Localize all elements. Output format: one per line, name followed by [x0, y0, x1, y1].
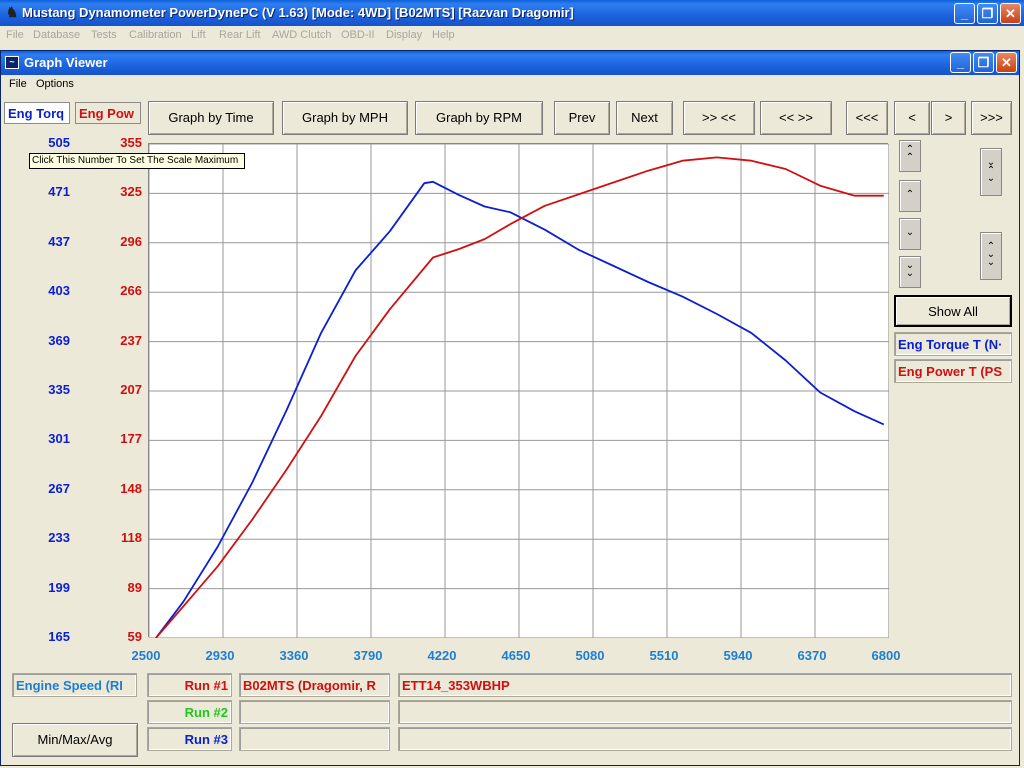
x-tick-label[interactable]: 5080: [565, 648, 615, 663]
app-logo-icon: ♞: [5, 4, 19, 20]
y-left-tick-label[interactable]: 369: [26, 333, 70, 348]
power-series-line: [155, 156, 884, 639]
graph-viewer-title-bar[interactable]: ~ Graph Viewer _ ❐ ✕: [1, 51, 1019, 75]
graph-by-mph-button[interactable]: Graph by MPH: [282, 101, 408, 135]
scale-expand-top-button[interactable]: ⌄ ⌃ ⌄: [980, 148, 1002, 196]
menu-graph-options[interactable]: Options: [36, 78, 74, 90]
x-tick-label[interactable]: 2500: [121, 648, 171, 663]
y-right-tick-label[interactable]: 355: [98, 135, 142, 150]
min-max-avg-button[interactable]: Min/Max/Avg: [12, 723, 138, 757]
y-left-tick-label[interactable]: 335: [26, 382, 70, 397]
x-tick-label[interactable]: 2930: [195, 648, 245, 663]
y-left-tick-label[interactable]: 301: [26, 431, 70, 446]
legend-eng-power[interactable]: Eng Power T (PS: [894, 359, 1012, 383]
y-left-tick-label[interactable]: 403: [26, 283, 70, 298]
x-tick-label[interactable]: 6370: [787, 648, 837, 663]
menu-graph-file[interactable]: File: [9, 78, 27, 90]
run-3-name[interactable]: [239, 727, 390, 751]
y-left-tick-label[interactable]: 437: [26, 234, 70, 249]
y-right-tick-label[interactable]: 118: [98, 530, 142, 545]
y-left-tick-label[interactable]: 233: [26, 530, 70, 545]
x-tick-label[interactable]: 5510: [639, 648, 689, 663]
child-maximize-button[interactable]: ❐: [973, 52, 994, 73]
scroll-page-up-button[interactable]: ⌃ ⌃: [899, 140, 921, 172]
x-tick-label[interactable]: 5940: [713, 648, 763, 663]
menu-rear-lift[interactable]: Rear Lift: [219, 29, 261, 41]
graph-viewer-menu: File Options: [1, 75, 1019, 95]
torque-series-line: [155, 180, 885, 639]
minimize-button[interactable]: _: [954, 3, 975, 24]
prev-button[interactable]: Prev: [554, 101, 610, 135]
scroll-left-button[interactable]: <: [894, 101, 930, 135]
menu-database[interactable]: Database: [33, 29, 80, 41]
y-right-tick-label[interactable]: 177: [98, 431, 142, 446]
x-tick-label[interactable]: 4220: [417, 648, 467, 663]
main-menu-bar: File Database Tests Calibration Lift Rea…: [0, 26, 1024, 46]
x-tick-label[interactable]: 3360: [269, 648, 319, 663]
scroll-right-button[interactable]: >: [931, 101, 966, 135]
zoom-out-button[interactable]: << >>: [760, 101, 832, 135]
menu-awd-clutch[interactable]: AWD Clutch: [272, 29, 332, 41]
run-1-description[interactable]: ETT14_353WBHP: [398, 673, 1012, 697]
y-left-tick-label[interactable]: 199: [26, 580, 70, 595]
x-tick-label[interactable]: 6800: [861, 648, 911, 663]
scroll-far-left-button[interactable]: <<<: [846, 101, 888, 135]
next-button[interactable]: Next: [616, 101, 673, 135]
y-right-tick-label[interactable]: 148: [98, 481, 142, 496]
y-right-tick-label[interactable]: 59: [98, 629, 142, 644]
menu-help[interactable]: Help: [432, 29, 455, 41]
y-right-tick-label[interactable]: 325: [98, 184, 142, 199]
run-1-label: Run #1: [147, 673, 232, 697]
y-left-tick-label[interactable]: 165: [26, 629, 70, 644]
tab-eng-torque[interactable]: Eng Torq: [4, 102, 70, 124]
tab-eng-power[interactable]: Eng Pow: [75, 102, 141, 124]
run-3-description[interactable]: [398, 727, 1012, 751]
child-minimize-button[interactable]: _: [950, 52, 971, 73]
scale-tooltip: Click This Number To Set The Scale Maxim…: [29, 153, 245, 169]
y-left-tick-label[interactable]: 267: [26, 481, 70, 496]
child-close-button[interactable]: ✕: [996, 52, 1017, 73]
y-right-tick-label[interactable]: 296: [98, 234, 142, 249]
run-3-label: Run #3: [147, 727, 232, 751]
y-right-tick-label[interactable]: 266: [98, 283, 142, 298]
run-2-label: Run #2: [147, 700, 232, 724]
menu-lift[interactable]: Lift: [191, 29, 206, 41]
y-left-tick-label[interactable]: 471: [26, 184, 70, 199]
x-tick-label[interactable]: 3790: [343, 648, 393, 663]
menu-tests[interactable]: Tests: [91, 29, 117, 41]
menu-file[interactable]: File: [6, 29, 24, 41]
x-tick-label[interactable]: 4650: [491, 648, 541, 663]
y-right-tick-label[interactable]: 237: [98, 333, 142, 348]
graph-window-icon: ~: [5, 56, 19, 69]
show-all-button[interactable]: Show All: [894, 295, 1012, 327]
app-title-bar[interactable]: ♞ Mustang Dynamometer PowerDynePC (V 1.6…: [0, 0, 1024, 26]
scroll-page-down-button[interactable]: ⌄ ⌄: [899, 256, 921, 288]
menu-display[interactable]: Display: [386, 29, 422, 41]
y-right-tick-label[interactable]: 207: [98, 382, 142, 397]
app-title: Mustang Dynamometer PowerDynePC (V 1.63)…: [22, 5, 574, 20]
scroll-far-right-button[interactable]: >>>: [971, 101, 1012, 135]
zoom-in-button[interactable]: >> <<: [683, 101, 755, 135]
legend-eng-torque[interactable]: Eng Torque T (N·: [894, 332, 1012, 356]
run-1-name[interactable]: B02MTS (Dragomir, R: [239, 673, 390, 697]
graph-viewer-window: ~ Graph Viewer _ ❐ ✕ File Options Eng To…: [0, 50, 1020, 766]
y-right-tick-label[interactable]: 89: [98, 580, 142, 595]
y-left-tick-label[interactable]: 505: [26, 135, 70, 150]
close-button[interactable]: ✕: [1000, 3, 1021, 24]
scroll-up-button[interactable]: ⌃: [899, 180, 921, 212]
graph-by-rpm-button[interactable]: Graph by RPM: [415, 101, 543, 135]
restore-button[interactable]: ❐: [977, 3, 998, 24]
run-2-description[interactable]: [398, 700, 1012, 724]
scale-expand-bottom-button[interactable]: ⌃ ⌄ ⌄: [980, 232, 1002, 280]
menu-calibration[interactable]: Calibration: [129, 29, 182, 41]
graph-by-time-button[interactable]: Graph by Time: [148, 101, 274, 135]
menu-obd-ii[interactable]: OBD-II: [341, 29, 375, 41]
x-axis-selector[interactable]: Engine Speed (RI: [12, 673, 137, 697]
graph-viewer-title: Graph Viewer: [24, 55, 108, 70]
scroll-down-button[interactable]: ⌄: [899, 218, 921, 250]
graph-plot-area[interactable]: [148, 143, 890, 639]
run-2-name[interactable]: [239, 700, 390, 724]
dyno-chart: [148, 143, 890, 639]
